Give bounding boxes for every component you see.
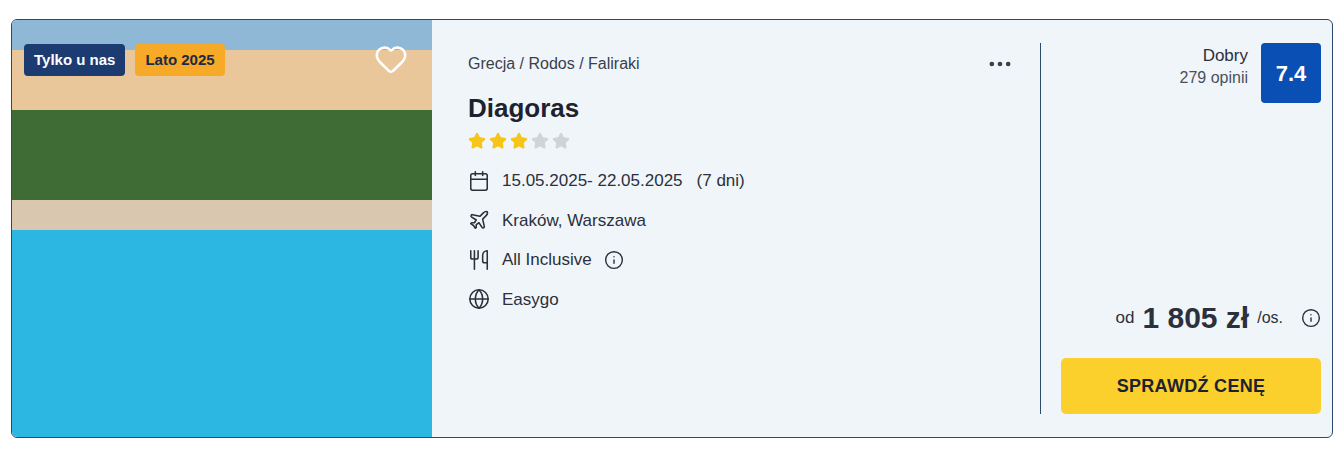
detail-text: 15.05.2025- 22.05.2025 <box>502 168 683 194</box>
detail-extra: (7 dni) <box>697 168 745 194</box>
detail-row: 15.05.2025- 22.05.2025 (7 dni) <box>468 168 1014 194</box>
favorite-button[interactable] <box>374 42 408 76</box>
star-icon <box>531 132 549 150</box>
offer-badge: Lato 2025 <box>135 44 224 76</box>
departure-icon <box>468 209 490 231</box>
star-icon <box>552 132 570 150</box>
detail-row: Kraków, Warszawa <box>468 208 1014 234</box>
board-icon <box>468 249 490 271</box>
star-icon <box>489 132 507 150</box>
hotel-photo[interactable]: Tylko u nas Lato 2025 <box>12 20 432 437</box>
offer-details: Grecja / Rodos / Faliraki Diagoras 15.05.2… <box>432 20 1040 437</box>
rating-label: Dobry <box>1203 45 1248 67</box>
info-icon[interactable] <box>604 250 624 270</box>
operator-icon <box>468 288 490 310</box>
price-suffix: /os. <box>1257 306 1283 330</box>
hotel-name[interactable]: Diagoras <box>468 92 1014 124</box>
dates-icon <box>468 170 490 192</box>
detail-text: Kraków, Warszawa <box>502 208 646 234</box>
offer-badge: Tylko u nas <box>24 44 125 76</box>
info-icon[interactable] <box>1301 308 1321 328</box>
rating: Dobry279 opinii 7.4 <box>1060 43 1321 103</box>
more-icon[interactable] <box>986 50 1014 78</box>
rating-score: 7.4 <box>1261 43 1321 103</box>
price: od 1 805 zł/os. <box>1116 300 1321 336</box>
page: Tylko u nas Lato 2025 Grecja / Rodos / Fal… <box>0 0 1344 452</box>
star-icon <box>510 132 528 150</box>
check-price-button[interactable]: SPRAWDŹ CENĘ <box>1061 358 1321 414</box>
heart-icon[interactable] <box>374 42 408 76</box>
hotel-stars <box>468 132 1014 150</box>
price-amount: 1 805 zł <box>1142 300 1249 336</box>
detail-row: Easygo <box>468 287 1014 313</box>
detail-text: All Inclusive <box>502 247 592 273</box>
detail-text: Easygo <box>502 287 559 313</box>
location-breadcrumb[interactable]: Grecja / Rodos / Faliraki <box>468 52 640 76</box>
price-panel: Dobry279 opinii 7.4 od 1 805 zł/os. SPRAWDŹ … <box>1040 43 1332 414</box>
detail-row: All Inclusive <box>468 247 1014 273</box>
star-icon <box>468 132 486 150</box>
review-count[interactable]: 279 opinii <box>1180 67 1249 89</box>
offer-card[interactable]: Tylko u nas Lato 2025 Grecja / Rodos / Fal… <box>11 19 1333 438</box>
price-prefix: od <box>1116 305 1135 331</box>
